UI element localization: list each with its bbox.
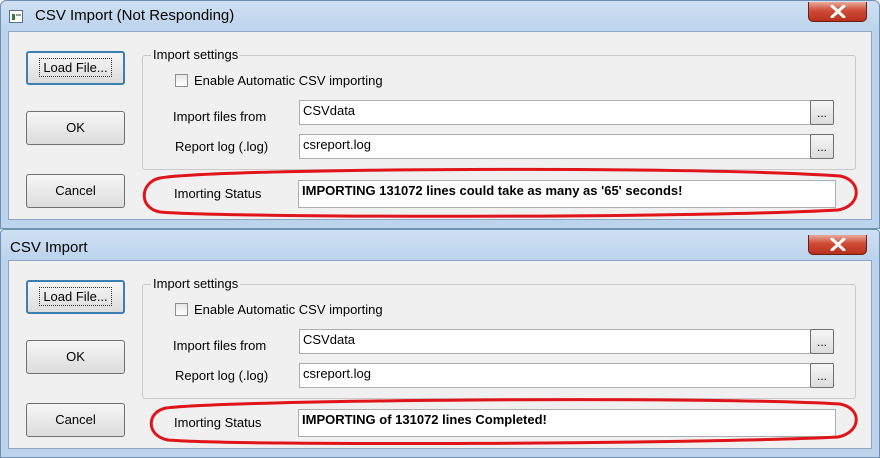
dialog-client-area: Load File... OK Cancel Import settings E… xyxy=(8,260,872,449)
report-log-input[interactable]: csreport.log xyxy=(299,134,811,159)
import-from-input[interactable]: CSVdata xyxy=(299,329,811,354)
import-from-label: Import files from xyxy=(173,338,267,353)
close-icon xyxy=(830,238,846,251)
ok-button[interactable]: OK xyxy=(26,340,125,374)
close-button[interactable] xyxy=(808,235,867,255)
enable-auto-import-checkbox[interactable] xyxy=(175,303,188,316)
load-file-label: Load File... xyxy=(39,58,112,77)
load-file-label: Load File... xyxy=(39,287,112,306)
import-from-input[interactable]: CSVdata xyxy=(299,100,811,125)
enable-auto-import-checkbox[interactable] xyxy=(175,74,188,87)
dialog-client-area: Load File... OK Cancel Import settings E… xyxy=(8,31,872,220)
report-log-browse-button[interactable]: ... xyxy=(810,363,834,388)
cancel-button[interactable]: Cancel xyxy=(26,174,125,208)
report-log-label: Report log (.log) xyxy=(175,139,269,154)
ok-button[interactable]: OK xyxy=(26,111,125,145)
csv-import-window: CSV Import Load File... OK Cancel Import… xyxy=(0,229,880,458)
importing-status-field: IMPORTING of 131072 lines Completed! xyxy=(298,409,836,437)
title-bar[interactable]: CSV Import (Not Responding) xyxy=(1,1,879,31)
enable-auto-import-label: Enable Automatic CSV importing xyxy=(194,73,383,88)
import-settings-group: Import settings Enable Automatic CSV imp… xyxy=(142,276,856,399)
close-icon xyxy=(830,5,846,18)
window-title: CSV Import (Not Responding) xyxy=(35,7,235,24)
close-button[interactable] xyxy=(808,2,867,22)
importing-status-label: Imorting Status xyxy=(174,186,262,201)
title-bar[interactable]: CSV Import xyxy=(1,230,879,260)
import-settings-group: Import settings Enable Automatic CSV imp… xyxy=(142,47,856,170)
cancel-button[interactable]: Cancel xyxy=(26,403,125,437)
csv-import-window-not-responding: CSV Import (Not Responding) Load File...… xyxy=(0,0,880,229)
import-settings-label: Import settings xyxy=(151,47,241,62)
report-log-input[interactable]: csreport.log xyxy=(299,363,811,388)
importing-status-label: Imorting Status xyxy=(174,415,262,430)
report-log-label: Report log (.log) xyxy=(175,368,269,383)
enable-auto-import-label: Enable Automatic CSV importing xyxy=(194,302,383,317)
import-from-label: Import files from xyxy=(173,109,267,124)
import-from-browse-button[interactable]: ... xyxy=(810,100,834,125)
load-file-button[interactable]: Load File... xyxy=(26,51,125,85)
import-settings-label: Import settings xyxy=(151,276,241,291)
import-from-browse-button[interactable]: ... xyxy=(810,329,834,354)
window-title: CSV Import xyxy=(10,239,88,256)
app-icon xyxy=(9,10,23,23)
report-log-browse-button[interactable]: ... xyxy=(810,134,834,159)
load-file-button[interactable]: Load File... xyxy=(26,280,125,314)
importing-status-field: IMPORTING 131072 lines could take as man… xyxy=(298,180,836,208)
